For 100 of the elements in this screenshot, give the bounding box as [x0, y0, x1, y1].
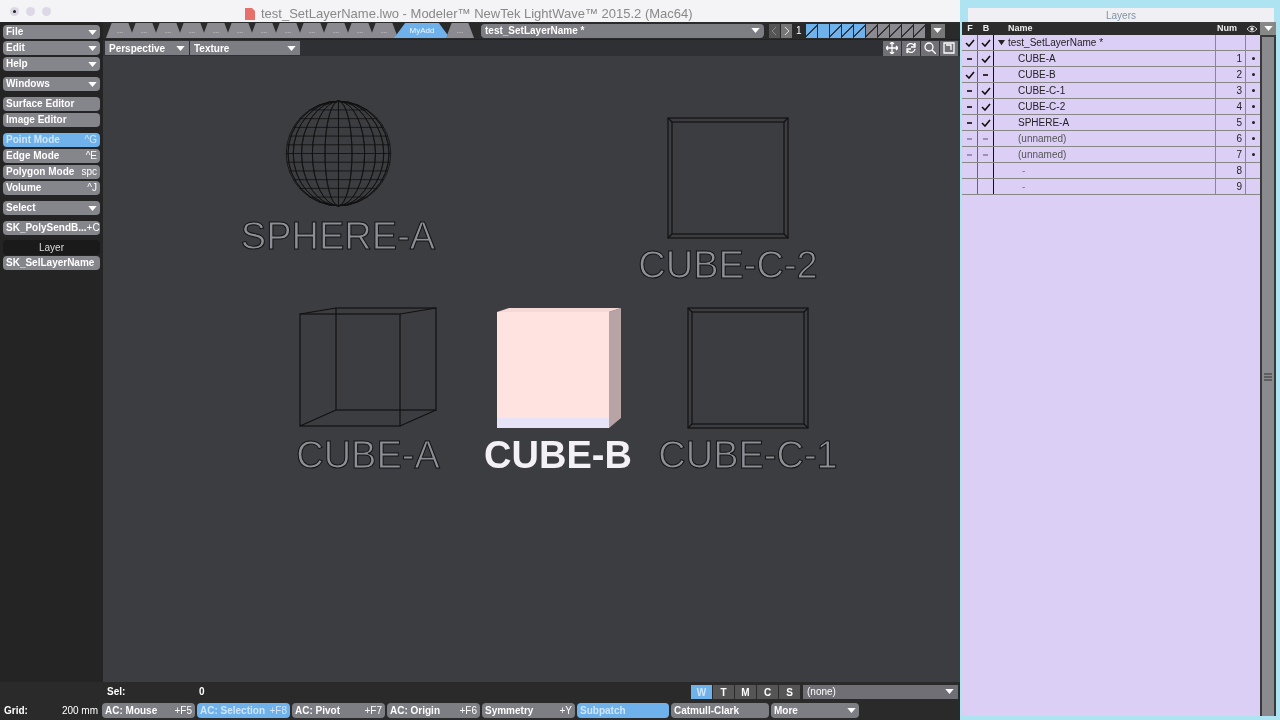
- caret-icon: [88, 61, 97, 67]
- object-label: CUBE-C-1: [658, 436, 838, 474]
- dash-icon[interactable]: [983, 73, 988, 76]
- toggle-button[interactable]: Symmetry +Y: [482, 703, 575, 718]
- toolbar-tab[interactable]: ...: [154, 23, 182, 38]
- object-label: CUBE-A: [296, 436, 440, 474]
- toolbar-tab[interactable]: ...: [446, 23, 474, 38]
- section-header: Layer: [3, 240, 100, 255]
- rotate-view-button[interactable]: [902, 40, 920, 56]
- toolbar-tab[interactable]: ...: [370, 23, 398, 38]
- layer-name[interactable]: (unnamed): [1018, 147, 1067, 162]
- toolbar-tab[interactable]: ...: [202, 23, 230, 38]
- toolbar-tab[interactable]: ...: [226, 23, 254, 38]
- dash-icon[interactable]: [967, 89, 972, 92]
- toolbar-tab[interactable]: ...: [178, 23, 206, 38]
- layer-page-number: 1: [795, 24, 803, 38]
- toolbar-tab[interactable]: ...: [130, 23, 158, 38]
- eye-icon: [1247, 25, 1257, 33]
- layer-name[interactable]: -: [1018, 179, 1026, 194]
- menu-button[interactable]: Windows: [3, 77, 100, 91]
- toggle-button[interactable]: AC: Origin +F6: [387, 703, 480, 718]
- zoom-view-button[interactable]: [921, 40, 939, 56]
- menu-button[interactable]: More: [771, 703, 859, 718]
- layer-name[interactable]: CUBE-B: [1018, 67, 1056, 82]
- check-icon[interactable]: [980, 102, 991, 111]
- toggle-button[interactable]: AC: Pivot +F7: [292, 703, 385, 718]
- layer-button[interactable]: [817, 23, 829, 38]
- caret-icon: [933, 28, 943, 33]
- menu-button[interactable]: Help: [3, 57, 100, 71]
- expand-arrow-icon[interactable]: [998, 39, 1005, 46]
- dash-icon[interactable]: [967, 57, 972, 60]
- view-mode-button[interactable]: M: [735, 684, 756, 699]
- layer-button[interactable]: [877, 23, 889, 38]
- toggle-button[interactable]: AC: Mouse +F5: [102, 703, 195, 718]
- grid-size: 200 mm: [60, 704, 99, 718]
- tool-button[interactable]: Image Editor: [3, 113, 100, 127]
- check-icon[interactable]: [964, 70, 975, 79]
- layer-button[interactable]: [853, 23, 865, 38]
- layer-button[interactable]: [901, 23, 913, 38]
- view-mode-button[interactable]: C: [757, 684, 778, 699]
- maximize-view-button[interactable]: [940, 40, 958, 56]
- check-icon[interactable]: [980, 118, 991, 127]
- check-icon[interactable]: [980, 38, 991, 47]
- toolbar-tab[interactable]: ...: [106, 23, 134, 38]
- toolbar-tab[interactable]: ...: [346, 23, 374, 38]
- layer-name[interactable]: (unnamed): [1018, 131, 1067, 146]
- tool-button[interactable]: Edge Mode ^E: [3, 149, 100, 163]
- previous-button[interactable]: [769, 23, 780, 38]
- shading-dropdown[interactable]: Texture: [190, 41, 300, 55]
- layer-button[interactable]: [889, 23, 901, 38]
- tool-button[interactable]: SK_PolySendB...+C: [3, 221, 100, 235]
- tool-button[interactable]: Surface Editor: [3, 97, 100, 111]
- panel-menu-button[interactable]: [1260, 22, 1276, 35]
- object-label: SPHERE-A: [240, 217, 436, 255]
- toolbar-tab[interactable]: ...: [274, 23, 302, 38]
- dash-icon[interactable]: [967, 105, 972, 108]
- layers-menu-button[interactable]: [930, 23, 945, 38]
- layer-name[interactable]: CUBE-C-1: [1018, 83, 1066, 98]
- layer-name[interactable]: CUBE-C-2: [1018, 99, 1066, 114]
- layer-number: 5: [1236, 116, 1242, 130]
- layer-name[interactable]: CUBE-A: [1018, 51, 1056, 66]
- dash-icon[interactable]: [967, 121, 972, 124]
- layer-button[interactable]: [841, 23, 853, 38]
- caret-icon: [88, 81, 97, 87]
- grip-icon: [1264, 372, 1272, 381]
- menu-button[interactable]: File: [3, 25, 100, 39]
- object-dropdown[interactable]: test_SetLayerName *: [481, 23, 764, 38]
- column-header: Num: [1217, 22, 1238, 35]
- window-title: test_SetLayerName.lwo - Modeler™ NewTek LightWave™ 2015.2 (Mac64): [261, 5, 693, 23]
- tool-button[interactable]: Volume ^J: [3, 181, 100, 195]
- column-header: B: [981, 22, 991, 35]
- layer-number: 9: [1236, 180, 1242, 194]
- tool-button[interactable]: Polygon Mode spc: [3, 165, 100, 179]
- layer-button[interactable]: [829, 23, 841, 38]
- layer-name[interactable]: test_SetLayerName *: [1008, 35, 1104, 50]
- layer-number: 7: [1236, 148, 1242, 162]
- tool-button[interactable]: SK_SelLayerName: [3, 256, 100, 270]
- check-icon[interactable]: [964, 38, 975, 47]
- toolbar-tab[interactable]: ...: [250, 23, 278, 38]
- toggle-button[interactable]: Catmull-Clark: [671, 703, 769, 718]
- menu-button[interactable]: Edit: [3, 41, 100, 55]
- caret-icon: [88, 29, 97, 35]
- check-icon[interactable]: [980, 54, 991, 63]
- toolbar-tab[interactable]: ...: [322, 23, 350, 38]
- layer-name[interactable]: -: [1018, 163, 1026, 178]
- layer-name[interactable]: SPHERE-A: [1018, 115, 1070, 130]
- close-dot[interactable]: [10, 6, 19, 16]
- view-mode-button[interactable]: S: [779, 684, 800, 699]
- next-button[interactable]: [781, 23, 792, 38]
- view-dropdown[interactable]: Perspective: [105, 41, 189, 55]
- toolbar-tab[interactable]: MyAdd: [394, 23, 450, 38]
- toolbar-tab[interactable]: ...: [298, 23, 326, 38]
- layer-button[interactable]: [865, 23, 877, 38]
- surface-dropdown[interactable]: (none): [803, 684, 958, 699]
- layer-button[interactable]: [805, 23, 817, 38]
- menu-button[interactable]: Select: [3, 201, 100, 215]
- move-view-button[interactable]: [883, 40, 901, 56]
- view-mode-button[interactable]: T: [713, 684, 734, 699]
- check-icon[interactable]: [980, 86, 991, 95]
- layer-button[interactable]: [913, 23, 925, 38]
